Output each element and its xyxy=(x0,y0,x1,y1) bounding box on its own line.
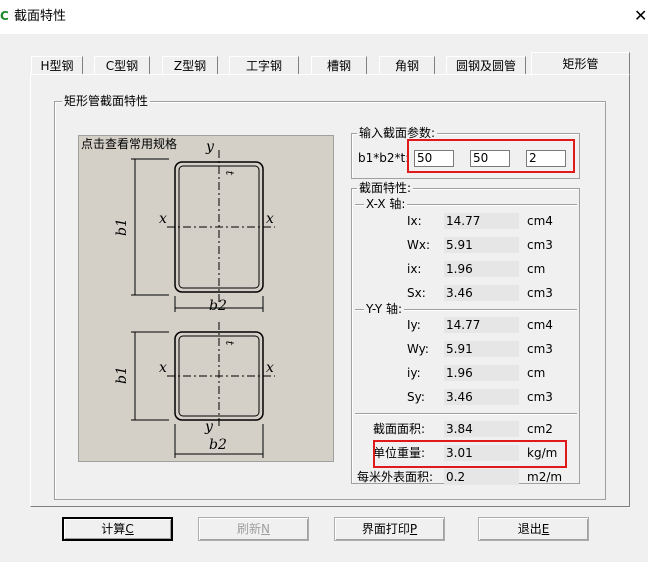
app-icon: C xyxy=(0,9,9,23)
area-value: 3.84 xyxy=(444,421,519,437)
surface-unit: m2/m xyxy=(527,470,563,484)
b1b2t-label: b1*b2*t: xyxy=(358,151,410,165)
tab-channel[interactable]: 槽钢 xyxy=(311,56,367,74)
sy-value: 3.46 xyxy=(444,389,519,405)
radius-x-unit: cm xyxy=(527,262,546,276)
x-axis-label-left: x xyxy=(159,211,167,227)
iy-value: 14.77 xyxy=(444,317,519,333)
y-axis-label-bottom: y xyxy=(205,419,213,435)
ix-unit: cm4 xyxy=(527,214,553,228)
x-axis-label-left-2: x xyxy=(159,360,167,376)
iy-unit: cm4 xyxy=(527,318,553,332)
x-axis-label-right-2: x xyxy=(266,360,274,376)
wx-label: Wx: xyxy=(407,238,431,252)
ix-label: Ix: xyxy=(407,214,422,228)
iy-label: Iy: xyxy=(407,318,421,332)
sx-unit: cm3 xyxy=(527,286,553,300)
area-unit: cm2 xyxy=(527,422,553,436)
b2-label-bottom: b2 xyxy=(209,437,227,453)
close-icon[interactable]: ✕ xyxy=(634,6,647,26)
tab-angle[interactable]: 角钢 xyxy=(379,56,435,74)
b1-label-bottom: b1 xyxy=(113,366,130,384)
title-bar xyxy=(0,0,648,34)
tab-rect-tube[interactable]: 矩形管 xyxy=(531,52,630,76)
wx-value: 5.91 xyxy=(444,237,519,253)
bottom-separator xyxy=(355,413,577,415)
t-label-top: t xyxy=(223,170,237,176)
sx-value: 3.46 xyxy=(444,285,519,301)
rect-tube-group-title: 矩形管截面特性 xyxy=(62,94,151,108)
surface-label: 每米外表面积: xyxy=(357,470,434,484)
b2-input[interactable]: 50 xyxy=(470,150,510,167)
sy-label: Sy: xyxy=(407,390,425,404)
weight-highlight-box xyxy=(373,440,567,468)
b2-label-top: b2 xyxy=(209,298,227,314)
radius-y-unit: cm xyxy=(527,366,546,380)
wy-label: Wy: xyxy=(407,342,429,356)
tab-i-beam[interactable]: 工字钢 xyxy=(229,56,299,74)
sx-label: Sx: xyxy=(407,286,426,300)
window-title: 截面特性 xyxy=(14,9,67,24)
radius-y-label: iy: xyxy=(407,366,421,380)
print-button[interactable]: 界面打印P xyxy=(334,517,445,541)
tab-round[interactable]: 圆钢及圆管 xyxy=(446,56,526,74)
wy-unit: cm3 xyxy=(527,342,553,356)
radius-x-label: ix: xyxy=(407,262,422,276)
sy-unit: cm3 xyxy=(527,390,553,404)
radius-y-value: 1.96 xyxy=(444,365,519,381)
tab-z-steel[interactable]: Z型钢 xyxy=(162,56,218,74)
input-params-title: 输入截面参数: xyxy=(357,126,438,140)
tab-c-steel[interactable]: C型钢 xyxy=(94,56,150,74)
area-label: 截面面积: xyxy=(373,422,426,436)
wx-unit: cm3 xyxy=(527,238,553,252)
t-label-bottom: t xyxy=(223,340,237,346)
props-title: 截面特性: xyxy=(357,181,414,195)
calculate-button[interactable]: 计算C xyxy=(62,517,173,541)
x-axis-label-right: x xyxy=(266,211,274,227)
wy-value: 5.91 xyxy=(444,341,519,357)
surface-value: 0.2 xyxy=(444,469,519,485)
diagram-caption[interactable]: 点击查看常用规格 xyxy=(81,137,177,151)
tab-h-steel[interactable]: H型钢 xyxy=(31,56,83,74)
b1-label-top: b1 xyxy=(113,218,130,236)
ix-value: 14.77 xyxy=(444,213,519,229)
refresh-button[interactable]: 刷新N xyxy=(198,517,309,541)
y-axis-label-top: y xyxy=(206,139,214,155)
section-diagram-drawing xyxy=(131,150,275,458)
xx-axis-title: X-X 轴: xyxy=(364,197,408,211)
exit-button[interactable]: 退出E xyxy=(478,517,589,541)
radius-x-value: 1.96 xyxy=(444,261,519,277)
b1-input[interactable]: 50 xyxy=(414,150,454,167)
section-diagram[interactable]: 点击查看常用规格 y t x x b1 b2 t x x b1 y b2 xyxy=(78,135,334,462)
yy-axis-title: Y-Y 轴: xyxy=(364,302,405,316)
t-input[interactable]: 2 xyxy=(526,150,566,167)
